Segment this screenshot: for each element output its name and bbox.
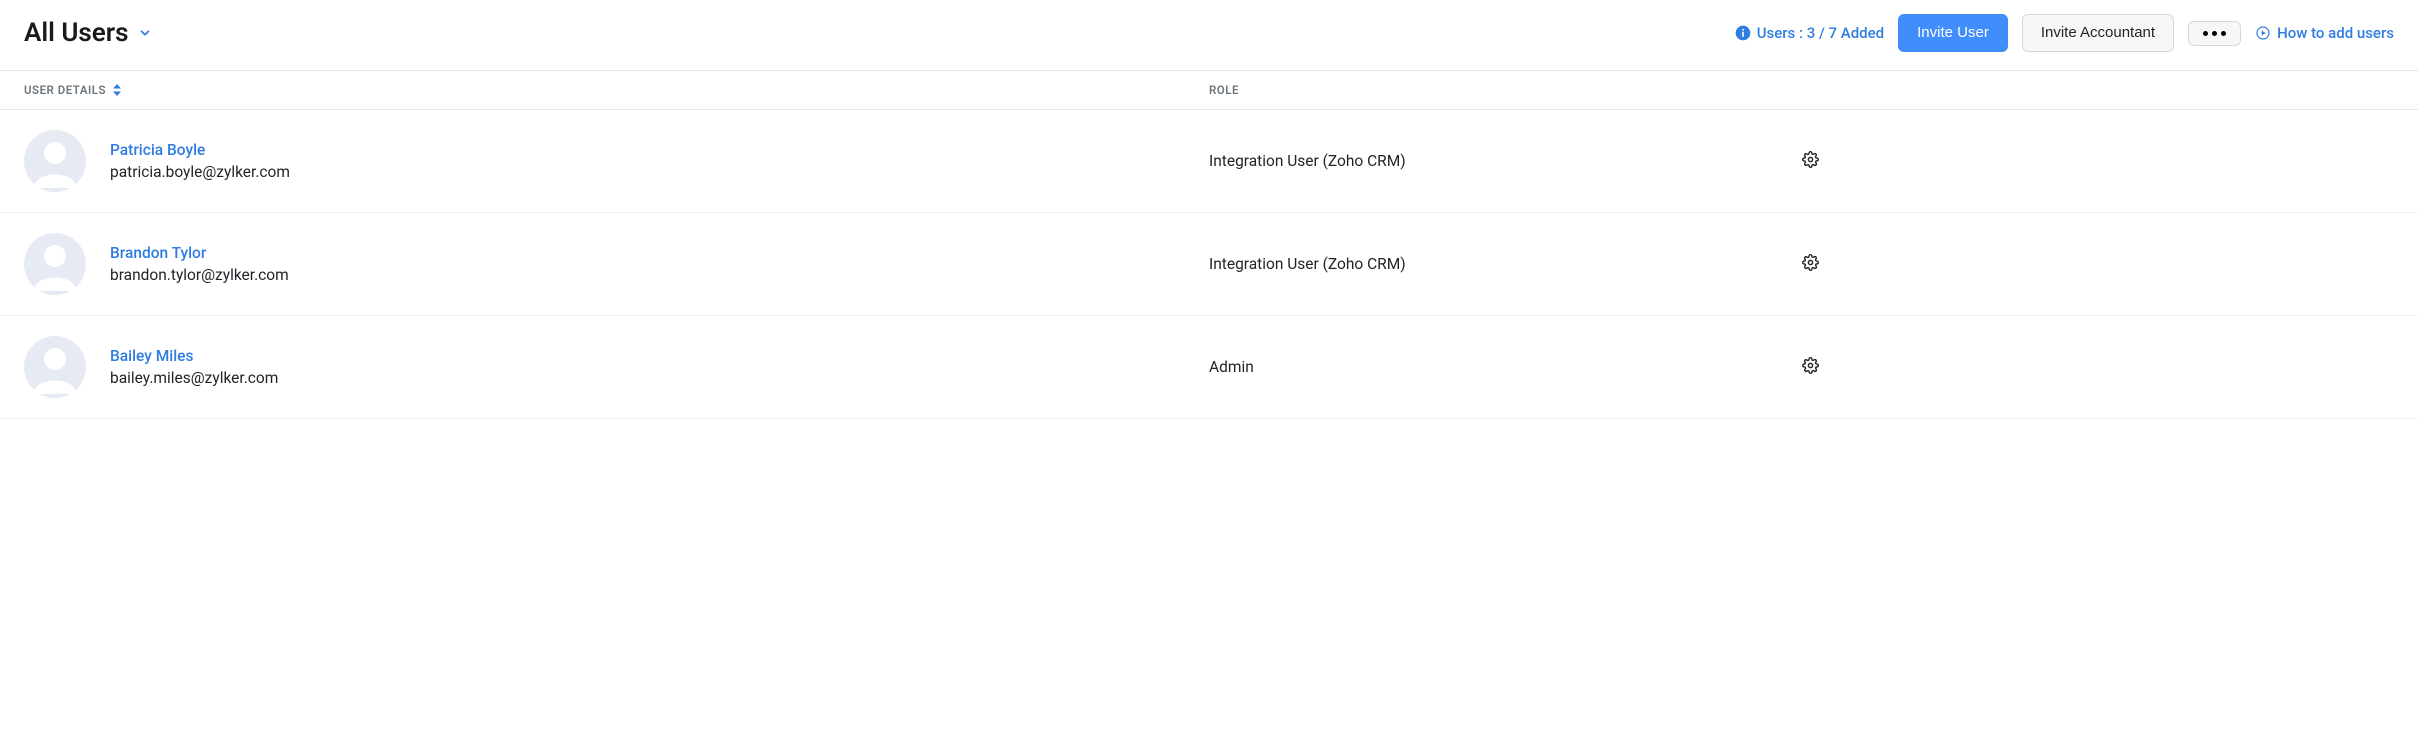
avatar xyxy=(24,233,86,295)
more-icon xyxy=(2203,31,2226,36)
column-header-user-details[interactable]: USER DETAILS xyxy=(24,83,1209,97)
play-circle-icon xyxy=(2255,25,2271,41)
avatar xyxy=(24,130,86,192)
user-name-link[interactable]: Bailey Miles xyxy=(110,347,278,365)
column-user-details-label: USER DETAILS xyxy=(24,83,106,97)
user-role: Admin xyxy=(1209,358,1802,376)
gear-icon[interactable] xyxy=(1802,254,1819,271)
info-icon xyxy=(1735,25,1751,41)
page-title-dropdown[interactable]: All Users xyxy=(24,18,152,48)
users-list: Patricia Boyle patricia.boyle@zylker.com… xyxy=(0,110,2418,419)
avatar xyxy=(24,336,86,398)
users-count-badge[interactable]: Users : 3 / 7 Added xyxy=(1735,24,1884,42)
gear-icon[interactable] xyxy=(1802,151,1819,168)
sort-icon xyxy=(112,84,122,96)
invite-accountant-button[interactable]: Invite Accountant xyxy=(2022,14,2174,52)
user-details-cell: Brandon Tylor brandon.tylor@zylker.com xyxy=(24,233,1209,295)
user-info: Bailey Miles bailey.miles@zylker.com xyxy=(110,347,278,387)
user-email: brandon.tylor@zylker.com xyxy=(110,266,289,284)
user-info: Brandon Tylor brandon.tylor@zylker.com xyxy=(110,244,289,284)
table-row[interactable]: Brandon Tylor brandon.tylor@zylker.com I… xyxy=(0,213,2418,316)
gear-icon[interactable] xyxy=(1802,357,1819,374)
invite-user-button[interactable]: Invite User xyxy=(1898,14,2008,52)
page-title: All Users xyxy=(24,18,128,48)
user-name-link[interactable]: Patricia Boyle xyxy=(110,141,290,159)
user-details-cell: Bailey Miles bailey.miles@zylker.com xyxy=(24,336,1209,398)
more-actions-button[interactable] xyxy=(2188,21,2241,46)
table-row[interactable]: Bailey Miles bailey.miles@zylker.com Adm… xyxy=(0,316,2418,419)
header-actions: Users : 3 / 7 Added Invite User Invite A… xyxy=(1735,14,2394,52)
chevron-down-icon xyxy=(138,26,152,40)
user-details-cell: Patricia Boyle patricia.boyle@zylker.com xyxy=(24,130,1209,192)
table-row[interactable]: Patricia Boyle patricia.boyle@zylker.com… xyxy=(0,110,2418,213)
how-to-add-users-text: How to add users xyxy=(2277,24,2394,42)
user-info: Patricia Boyle patricia.boyle@zylker.com xyxy=(110,141,290,181)
users-count-text: Users : 3 / 7 Added xyxy=(1757,24,1884,42)
page-header: All Users Users : 3 / 7 Added Invite Use… xyxy=(0,0,2418,70)
user-name-link[interactable]: Brandon Tylor xyxy=(110,244,289,262)
column-header-role[interactable]: ROLE xyxy=(1209,83,1802,97)
user-role: Integration User (Zoho CRM) xyxy=(1209,152,1802,170)
user-email: bailey.miles@zylker.com xyxy=(110,369,278,387)
how-to-add-users-link[interactable]: How to add users xyxy=(2255,24,2394,42)
table-header: USER DETAILS ROLE xyxy=(0,70,2418,110)
user-email: patricia.boyle@zylker.com xyxy=(110,163,290,181)
user-role: Integration User (Zoho CRM) xyxy=(1209,255,1802,273)
column-role-label: ROLE xyxy=(1209,83,1239,97)
